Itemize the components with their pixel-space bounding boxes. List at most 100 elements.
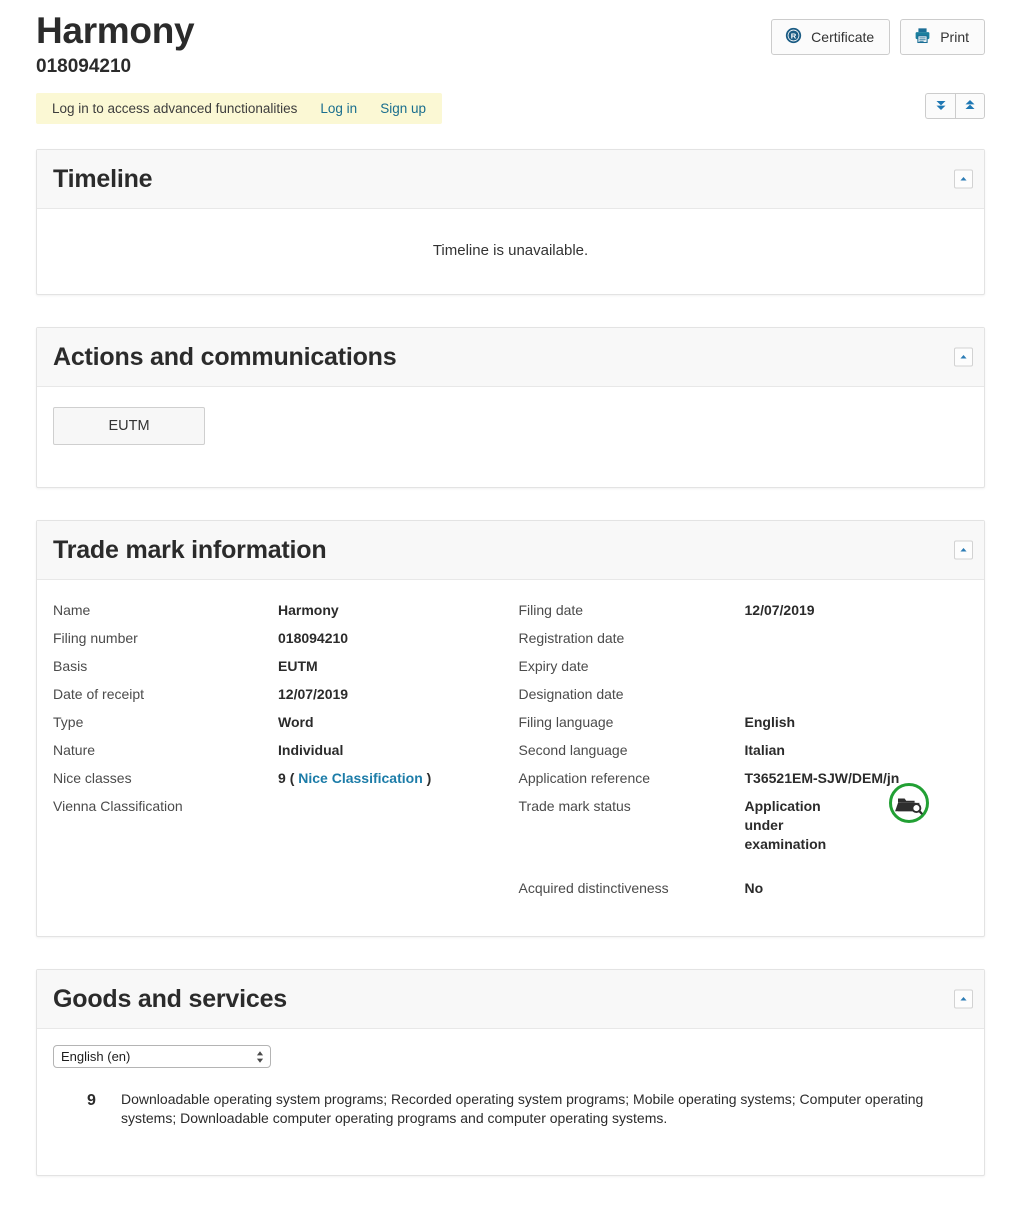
field-name: Name Harmony: [53, 596, 501, 624]
goods-entry: 9 Downloadable operating system programs…: [53, 1068, 968, 1127]
print-button-label: Print: [940, 29, 969, 45]
actions-panel-header: Actions and communications: [37, 328, 984, 387]
field-label: Vienna Classification: [53, 798, 183, 814]
field-value: English: [744, 714, 796, 730]
mark-number: 018094210: [36, 56, 132, 77]
field-type: Type Word: [53, 708, 501, 736]
field-value: Italian: [744, 742, 785, 758]
timeline-message: Timeline is unavailable.: [432, 242, 589, 259]
paren-close: ): [426, 770, 432, 786]
timeline-panel-body: Timeline is unavailable.: [37, 209, 984, 294]
field-second-language: Second language Italian: [519, 736, 959, 764]
double-chevron-up-icon: [963, 98, 977, 115]
print-button[interactable]: Print: [900, 19, 985, 55]
field-label: Filing date: [518, 602, 584, 618]
chevron-up-icon: [959, 172, 968, 187]
field-label: Name: [53, 602, 91, 618]
actions-panel: Actions and communications EUTM: [36, 327, 985, 488]
trademark-information-panel: Trade mark information Name Harmony Fili…: [36, 520, 985, 937]
trademark-left-column: Name Harmony Filing number 018094210 Bas…: [53, 596, 511, 902]
row-spacer: [519, 854, 959, 874]
goods-collapse-button[interactable]: [954, 989, 973, 1009]
field-registration-date: Registration date: [519, 624, 959, 652]
collapse-all-button[interactable]: [955, 93, 985, 119]
field-label: Acquired distinctiveness: [518, 880, 669, 896]
goods-and-services-panel: Goods and services English (en) 9 Downlo…: [36, 969, 985, 1176]
field-label: Nature: [53, 742, 96, 758]
eutm-button[interactable]: EUTM: [53, 407, 205, 445]
folder-search-icon: [888, 782, 930, 824]
double-chevron-down-icon: [934, 98, 948, 115]
timeline-panel: Timeline Timeline is unavailable.: [36, 149, 985, 295]
actions-collapse-button[interactable]: [954, 347, 973, 367]
log-in-link[interactable]: Log in: [320, 100, 357, 117]
login-notice-message: Log in to access advanced functionalitie…: [52, 101, 298, 116]
trademark-panel-header: Trade mark information: [37, 521, 984, 580]
status-badge: Application under examination: [744, 798, 827, 852]
field-acquired-distinctiveness: Acquired distinctiveness No: [519, 874, 959, 902]
sign-up-link[interactable]: Sign up: [380, 100, 426, 117]
goods-class-number: 9: [87, 1092, 96, 1109]
nice-class-number: 9: [278, 770, 286, 786]
field-value: Individual: [278, 742, 344, 758]
trademark-title: Trade mark information: [53, 536, 327, 564]
nice-classification-link[interactable]: Nice Classification: [298, 770, 423, 786]
expand-all-button[interactable]: [925, 93, 955, 119]
goods-panel-header: Goods and services: [37, 970, 984, 1029]
field-date-of-receipt: Date of receipt 12/07/2019: [53, 680, 501, 708]
timeline-collapse-button[interactable]: [954, 169, 973, 189]
timeline-panel-header: Timeline: [37, 150, 984, 209]
chevron-up-icon: [959, 350, 968, 365]
page-header: Harmony 018094210 R Certificate Print Lo…: [0, 0, 1021, 124]
field-value: 9 ( Nice Classification ): [278, 764, 501, 792]
actions-title: Actions and communications: [53, 343, 397, 371]
field-label: Nice classes: [53, 770, 132, 786]
expand-collapse-all-group: [925, 93, 985, 119]
field-label: Filing number: [53, 630, 138, 646]
trademark-right-column: Filing date 12/07/2019 Registration date…: [511, 596, 969, 902]
field-label: Type: [53, 714, 84, 730]
field-filing-date: Filing date 12/07/2019: [519, 596, 959, 624]
language-select[interactable]: English (en): [53, 1045, 271, 1068]
field-label: Application reference: [518, 770, 651, 786]
login-notice: Log in to access advanced functionalitie…: [36, 93, 442, 124]
field-filing-number: Filing number 018094210: [53, 624, 501, 652]
field-label: Filing language: [518, 714, 614, 730]
field-nice-classes: Nice classes 9 ( Nice Classification ): [53, 764, 501, 792]
language-select-wrapper: English (en): [53, 1045, 271, 1068]
field-value: No: [744, 880, 764, 896]
field-vienna-classification: Vienna Classification: [53, 792, 501, 820]
trademark-panel-body: Name Harmony Filing number 018094210 Bas…: [37, 580, 984, 936]
field-designation-date: Designation date: [519, 680, 959, 708]
field-label: Designation date: [518, 686, 624, 702]
chevron-up-icon: [959, 992, 968, 1007]
field-filing-language: Filing language English: [519, 708, 959, 736]
trademark-detail-page: Harmony 018094210 R Certificate Print Lo…: [0, 0, 1021, 1176]
timeline-title: Timeline: [53, 165, 153, 193]
certificate-button[interactable]: R Certificate: [771, 19, 891, 55]
field-expiry-date: Expiry date: [519, 652, 959, 680]
field-basis: Basis EUTM: [53, 652, 501, 680]
actions-panel-body: EUTM: [37, 387, 984, 487]
field-label: Basis: [53, 658, 88, 674]
paren-open: (: [289, 770, 295, 786]
header-actions: R Certificate Print: [771, 19, 985, 55]
field-value: 12/07/2019: [744, 602, 815, 618]
chevron-up-icon: [959, 543, 968, 558]
goods-title: Goods and services: [53, 985, 287, 1013]
field-label: Expiry date: [518, 658, 589, 674]
field-value: 12/07/2019: [278, 686, 349, 702]
registered-r-icon: R: [785, 27, 802, 47]
goods-panel-body: English (en) 9 Downloadable operating sy…: [37, 1029, 984, 1175]
field-value: 018094210: [278, 630, 349, 646]
certificate-button-label: Certificate: [811, 29, 875, 45]
goods-class-text: Downloadable operating system programs; …: [121, 1091, 924, 1126]
field-value: Word: [278, 714, 314, 730]
field-label: Registration date: [518, 630, 625, 646]
trademark-collapse-button[interactable]: [954, 540, 973, 560]
login-notice-row: Log in to access advanced functionalitie…: [36, 93, 985, 124]
field-nature: Nature Individual: [53, 736, 501, 764]
field-value: Harmony: [278, 602, 339, 618]
field-label: Trade mark status: [518, 798, 631, 814]
svg-text:R: R: [791, 32, 797, 41]
